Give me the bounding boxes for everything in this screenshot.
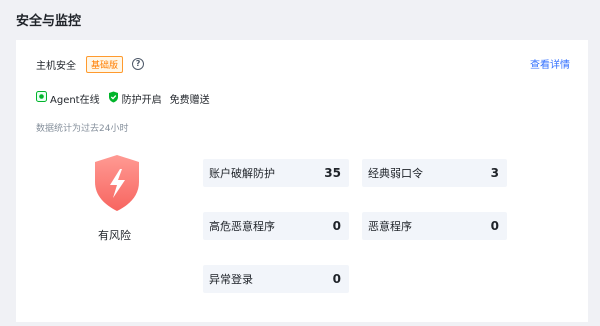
metric-account-crack[interactable]: 账户破解防护 35 [203,159,349,187]
metric-value: 0 [332,219,341,233]
risk-shield-icon [94,154,140,212]
shield-check-icon [108,91,119,106]
metric-high-risk-program[interactable]: 高危恶意程序 0 [203,212,349,240]
status-row: Agent在线 防护开启 免费赠送 [36,90,218,106]
metric-value: 3 [490,166,499,180]
host-header: 主机安全 基础版 ? [36,54,145,74]
stats-note: 数据统计为过去24小时 [36,124,129,134]
edition-badge: 基础版 [86,55,124,73]
metric-weak-password[interactable]: 经典弱口令 3 [362,159,507,187]
metric-abnormal-login[interactable]: 异常登录 0 [203,265,349,293]
metric-label: 账户破解防护 [209,167,275,180]
metric-label: 高危恶意程序 [209,220,275,233]
free-gift-label: 免费赠送 [169,94,210,106]
agent-status-label: Agent在线 [50,94,100,106]
metric-label: 经典弱口令 [368,167,423,180]
protection-status: 防护开启 [108,91,162,106]
section-title: 安全与监控 [16,14,82,29]
risk-status-label: 有风险 [98,229,131,242]
view-details-link[interactable]: 查看详情 [530,56,570,71]
host-security-label: 主机安全 [36,60,76,72]
host-security-card: 主机安全 基础版 ? 查看详情 Agent在线 防护开启 免费赠送 数据统计为过… [16,40,588,322]
protection-status-label: 防护开启 [121,94,162,106]
metric-value: 35 [324,166,341,180]
metric-label: 恶意程序 [368,220,412,233]
agent-online-icon [36,91,47,105]
metric-value: 0 [332,272,341,286]
help-icon[interactable]: ? [132,58,145,70]
metric-value: 0 [490,219,499,233]
metric-malware[interactable]: 恶意程序 0 [362,212,507,240]
metric-label: 异常登录 [209,273,253,286]
agent-status: Agent在线 [36,91,100,106]
